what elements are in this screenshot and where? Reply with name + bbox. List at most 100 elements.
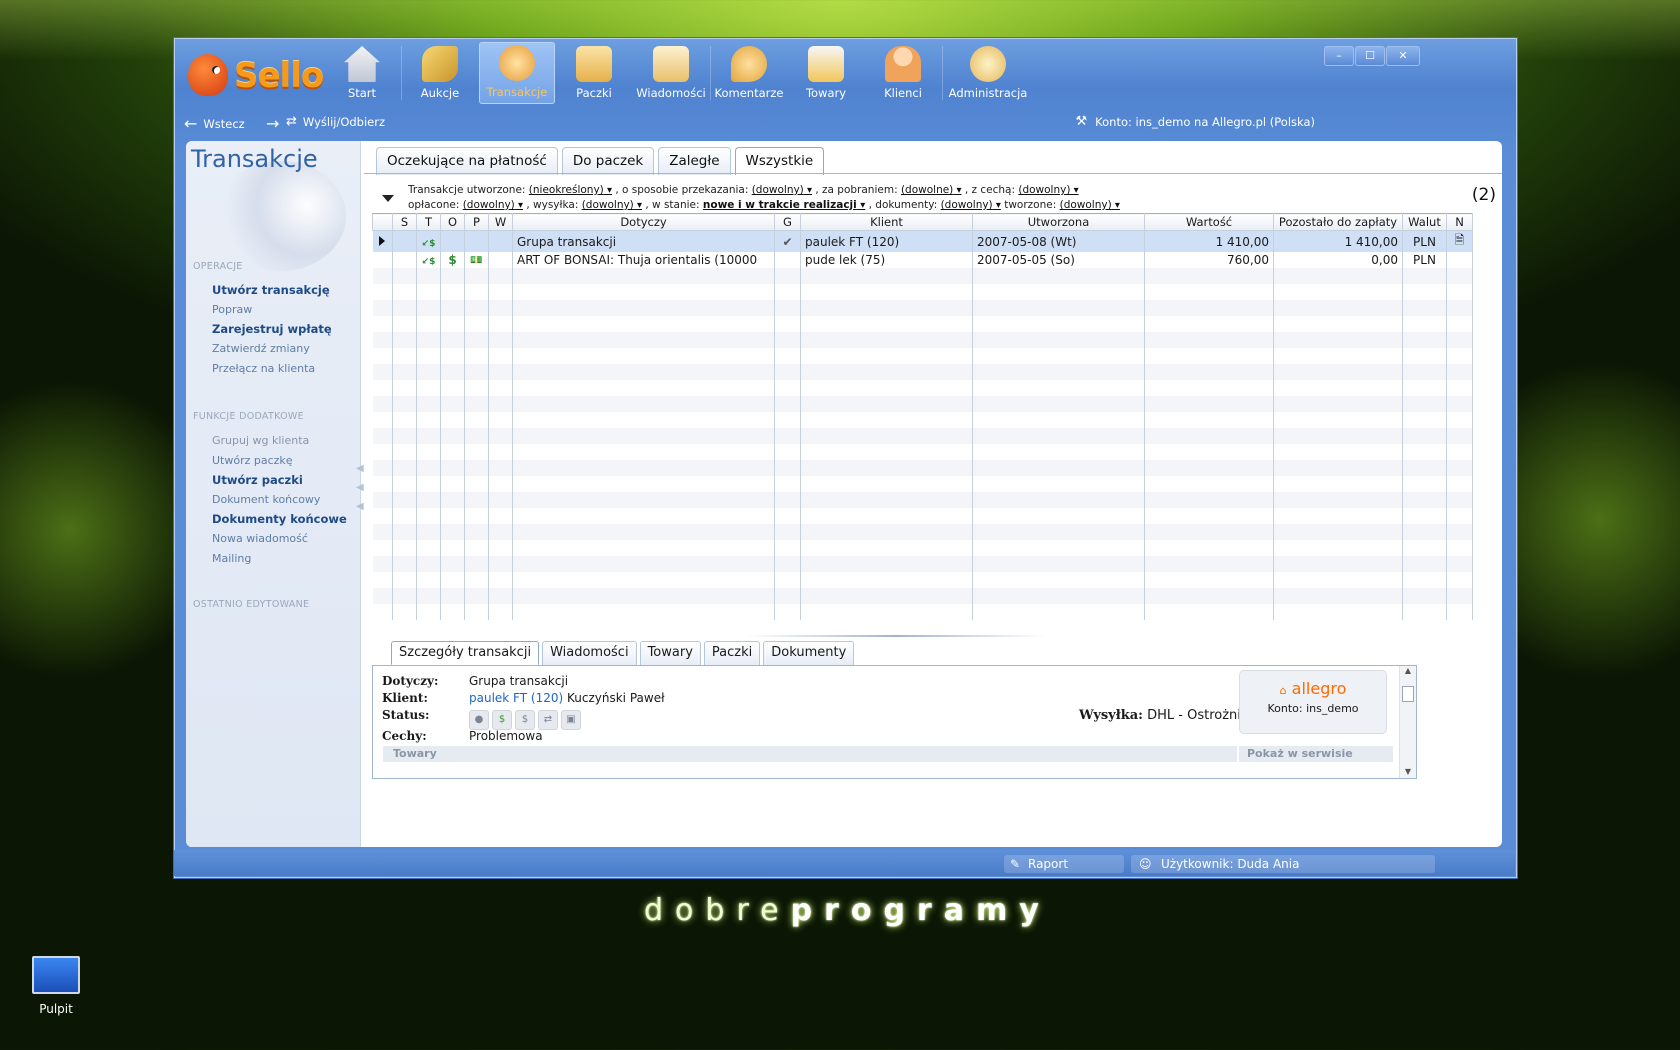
filter-created-by-dropdown[interactable]: (dowolny) (1060, 199, 1120, 211)
toolbar-komentarze-button[interactable]: Komentarze (711, 42, 787, 104)
toolbar-transakcje-button[interactable]: Transakcje (479, 42, 555, 104)
filter-shipping-dropdown[interactable]: (dowolny) (582, 199, 642, 211)
forward-button[interactable]: → (266, 114, 279, 133)
sidebar-create-transaction[interactable]: Utwórz transakcję (212, 283, 330, 297)
toolbar-paczki-button[interactable]: Paczki (556, 42, 632, 104)
tab-transaction-details[interactable]: Szczegóły transakcji (391, 641, 540, 665)
empty-cell (1446, 444, 1473, 460)
sidebar-final-document[interactable]: Dokument końcowy (212, 493, 320, 506)
sidebar-create-packages[interactable]: Utwórz paczki (212, 473, 303, 487)
col-header-w[interactable]: W (488, 213, 513, 231)
empty-cell (774, 348, 801, 364)
filter-documents-dropdown[interactable]: (dowolny) (941, 199, 1001, 211)
tab-overdue[interactable]: Zaległe (658, 147, 731, 175)
empty-cell (800, 332, 973, 348)
sidebar: Transakcje OPERACJE Utwórz transakcję Po… (186, 141, 361, 847)
show-in-service-header: Pokaż w serwisie (1239, 746, 1393, 762)
account-indicator[interactable]: ⚒ Konto: ins_demo na Allegro.pl (Polska) (1076, 114, 1315, 129)
empty-cell (1144, 412, 1274, 428)
close-button[interactable]: ✕ (1386, 46, 1420, 66)
empty-cell (440, 524, 465, 540)
col-header[interactable] (372, 213, 393, 231)
empty-cell (800, 460, 973, 476)
filter-cod-dropdown[interactable]: (dowolne) (901, 184, 962, 196)
tab-goods[interactable]: Towary (639, 641, 701, 665)
empty-cell (1273, 284, 1403, 300)
filter-paid-dropdown[interactable]: (dowolny) (463, 199, 523, 211)
tab-packages[interactable]: Paczki (703, 641, 761, 665)
details-scrollbar[interactable]: ▲ ▼ (1399, 666, 1416, 778)
scroll-up-icon[interactable]: ▲ (1400, 666, 1416, 675)
tab-to-packages[interactable]: Do paczek (561, 147, 655, 175)
empty-cell (1273, 364, 1403, 380)
col-header-dotyczy[interactable]: Dotyczy (512, 213, 775, 231)
col-header-s[interactable]: S (392, 213, 417, 231)
sidebar-group-by-client[interactable]: Grupuj wg klienta (212, 434, 309, 447)
col-header-t[interactable]: T (416, 213, 441, 231)
sidebar-final-documents[interactable]: Dokumenty końcowe (212, 512, 347, 526)
empty-cell (1273, 572, 1403, 588)
envelope-icon (653, 46, 689, 82)
current-user[interactable]: ☺ Użytkownik: Duda Ania (1131, 855, 1435, 873)
toolbar-start-button[interactable]: Start (324, 42, 400, 104)
toolbar-wiadomosci-button[interactable]: Wiadomości (633, 42, 709, 104)
col-header-wartosc[interactable]: Wartość (1144, 213, 1274, 231)
col-header-klient[interactable]: Klient (800, 213, 973, 231)
col-header-n[interactable]: N (1446, 213, 1473, 231)
tab-awaiting-payment[interactable]: Oczekujące na płatność (376, 147, 558, 175)
comment-icon (731, 46, 767, 82)
report-button[interactable]: ✎ Raport (1004, 855, 1124, 873)
empty-cell (774, 588, 801, 604)
col-header-waluta[interactable]: Walut (1402, 213, 1447, 231)
tab-documents[interactable]: Dokumenty (763, 641, 855, 665)
desktop-icon-pulpit[interactable]: Pulpit (32, 956, 80, 1016)
back-button[interactable]: ← Wstecz (184, 114, 245, 133)
sidebar-switch-to-client[interactable]: Przełącz na klienta (212, 362, 315, 375)
empty-cell (972, 380, 1145, 396)
filter-method-dropdown[interactable]: (dowolny) (752, 184, 812, 196)
col-header-o[interactable]: O (440, 213, 465, 231)
scroll-thumb[interactable] (1402, 686, 1414, 702)
empty-cell (416, 364, 441, 380)
filter-collapse-icon[interactable] (382, 195, 394, 202)
filter-state-dropdown[interactable]: nowe i w trakcie realizacji (703, 199, 865, 211)
sidebar-edit[interactable]: Popraw (212, 303, 252, 316)
sidebar-create-package[interactable]: Utwórz paczkę (212, 454, 293, 467)
toolbar-klienci-button[interactable]: Klienci (865, 42, 941, 104)
col-header-pozostalo[interactable]: Pozostało do zapłaty (1273, 213, 1403, 231)
toolbar-towary-button[interactable]: Towary (788, 42, 864, 104)
toolbar-administracja-button[interactable]: Administracja (943, 42, 1033, 104)
sidebar-mailing[interactable]: Mailing (212, 552, 251, 565)
col-header-p[interactable]: P (464, 213, 489, 231)
empty-cell (1402, 332, 1447, 348)
scroll-down-icon[interactable]: ▼ (1400, 767, 1416, 776)
empty-cell (512, 588, 775, 604)
pane-splitter[interactable] (746, 635, 1046, 637)
sidebar-collapse-grip[interactable]: ◀ ◀ ◀ (356, 459, 364, 516)
maximize-button[interactable]: ☐ (1355, 46, 1385, 66)
sidebar-register-payment[interactable]: Zarejestruj wpłatę (212, 322, 332, 336)
filter-created-dropdown[interactable]: (nieokreślony) (529, 184, 612, 196)
col-header-g[interactable]: G (774, 213, 801, 231)
send-receive-button[interactable]: ⇄ Wyślij/Odbierz (286, 114, 385, 129)
table-row[interactable]: ↙$ $ 💵 ART OF BONSAI: Thuja orientalis (… (372, 252, 1473, 268)
client-link[interactable]: paulek FT (120) (469, 691, 563, 705)
toolbar-label: Transakcje (486, 85, 548, 99)
tab-all[interactable]: Wszystkie (734, 147, 825, 175)
monitor-icon (32, 956, 80, 994)
minimize-button[interactable]: – (1324, 46, 1354, 66)
filter-feature-dropdown[interactable]: (dowolny) (1018, 184, 1078, 196)
table-row[interactable]: ↙$ Grupa transakcji ✔ paulek FT (120) 20… (372, 230, 1473, 252)
toolbar-aukcje-button[interactable]: Aukcje (402, 42, 478, 104)
empty-cell (440, 540, 465, 556)
sello-bird-icon (188, 54, 228, 96)
col-header-utworzona[interactable]: Utworzona (972, 213, 1145, 231)
empty-cell (1446, 460, 1473, 476)
sidebar-new-message[interactable]: Nowa wiadomość (212, 532, 308, 545)
empty-row (372, 604, 1473, 620)
tab-messages[interactable]: Wiadomości (542, 641, 637, 665)
sidebar-confirm-changes[interactable]: Zatwierdź zmiany (212, 342, 310, 355)
empty-cell (372, 412, 393, 428)
empty-cell (774, 428, 801, 444)
note-icon[interactable]: 🗎 (1446, 230, 1473, 252)
